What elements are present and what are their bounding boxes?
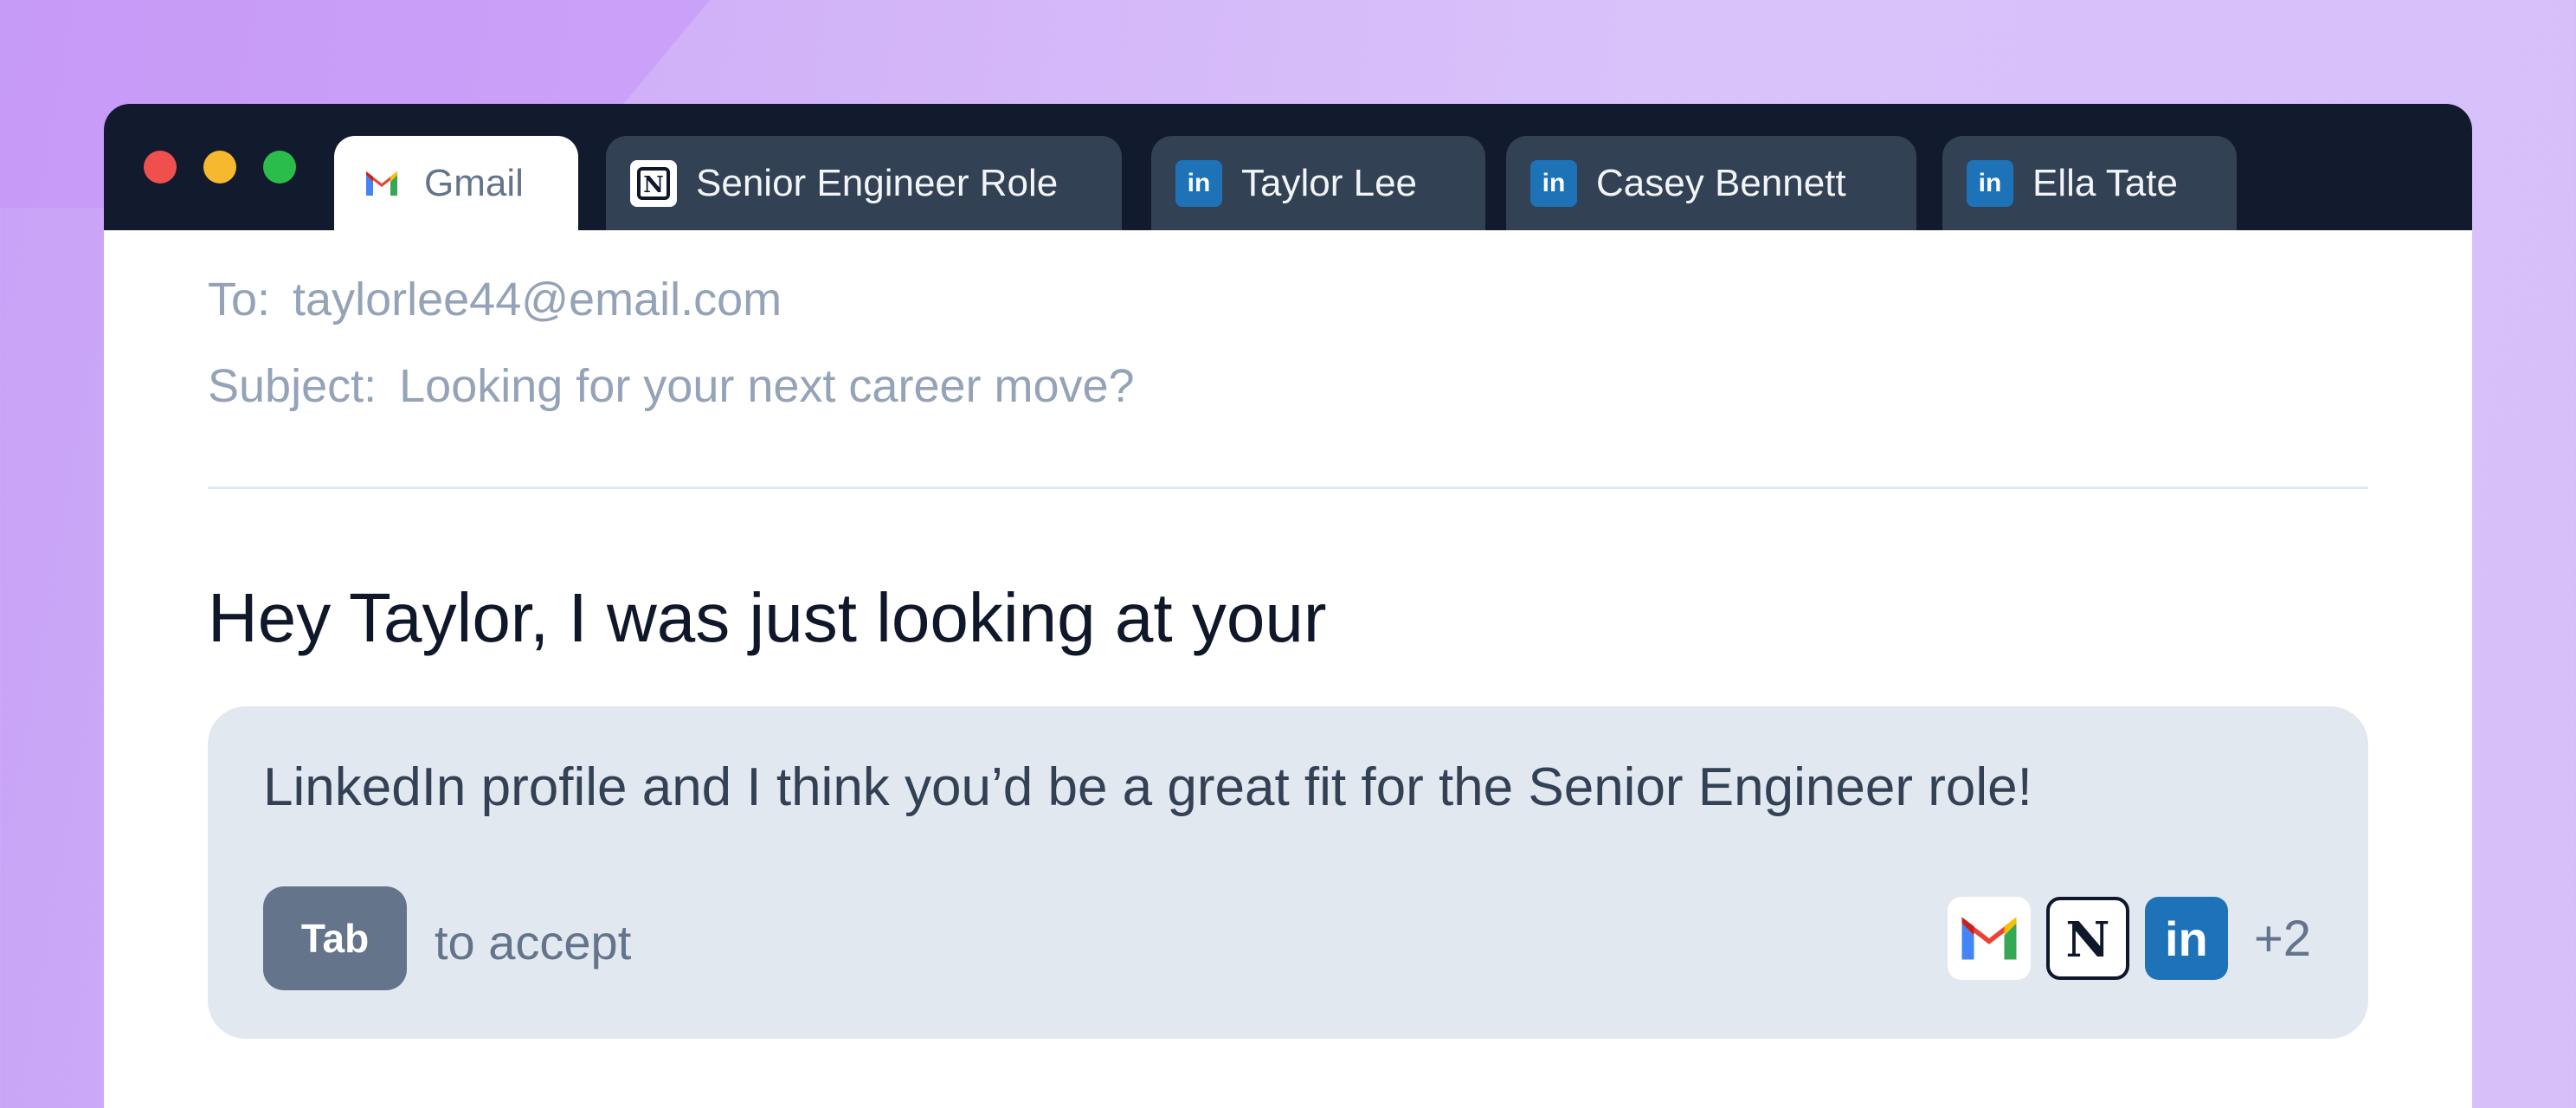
notion-icon: N: [630, 159, 677, 207]
tab-taylor-lee[interactable]: in Taylor Lee: [1151, 136, 1485, 230]
close-window-button[interactable]: [144, 151, 177, 184]
linkedin-icon: in: [1175, 159, 1222, 207]
accept-hint: to accept: [435, 915, 632, 970]
subject-field[interactable]: Subject: Looking for your next career mov…: [208, 359, 1135, 413]
linkedin-icon: in: [2144, 897, 2228, 980]
tab-label: Casey Bennett: [1596, 161, 1846, 204]
maximize-window-button[interactable]: [263, 151, 296, 184]
tab-bar: Gmail N Senior Engineer Role in Taylor L…: [104, 104, 2472, 230]
tab-label: Senior Engineer Role: [696, 161, 1059, 204]
tab-label: Ella Tate: [2032, 161, 2178, 204]
svg-text:N: N: [643, 172, 664, 198]
linkedin-icon: in: [1967, 159, 2013, 207]
linkedin-icon: in: [1530, 159, 1577, 207]
to-label: To:: [208, 274, 271, 325]
more-sources-count: +2: [2253, 910, 2311, 967]
subject-value: Looking for your next career move?: [399, 360, 1135, 412]
tab-label: Taylor Lee: [1241, 161, 1418, 204]
source-icons: N in +2: [1947, 897, 2311, 980]
subject-label: Subject:: [208, 360, 377, 412]
browser-window: Gmail N Senior Engineer Role in Taylor L…: [104, 104, 2472, 1108]
gmail-icon: [1947, 897, 2031, 980]
autocomplete-suggestion[interactable]: LinkedIn profile and I think you’d be a …: [208, 706, 2368, 1039]
svg-text:N: N: [2065, 912, 2109, 969]
to-value: taylorlee44@email.com: [293, 274, 782, 325]
minimize-window-button[interactable]: [203, 151, 236, 184]
notion-icon: N: [2045, 897, 2129, 980]
to-field[interactable]: To: taylorlee44@email.com: [208, 273, 782, 326]
header-divider: [208, 486, 2368, 489]
tab-key-hint[interactable]: Tab: [263, 886, 407, 990]
email-body[interactable]: Hey Taylor, I was just looking at your: [208, 578, 1326, 658]
tab-gmail[interactable]: Gmail: [334, 136, 578, 230]
tab-label: Gmail: [424, 161, 524, 204]
tab-senior-engineer-role[interactable]: N Senior Engineer Role: [606, 136, 1122, 230]
suggestion-text: LinkedIn profile and I think you’d be a …: [263, 757, 2032, 817]
tab-casey-bennett[interactable]: in Casey Bennett: [1506, 136, 1916, 230]
gmail-icon: [358, 159, 405, 207]
tab-ella-tate[interactable]: in Ella Tate: [1942, 136, 2237, 230]
